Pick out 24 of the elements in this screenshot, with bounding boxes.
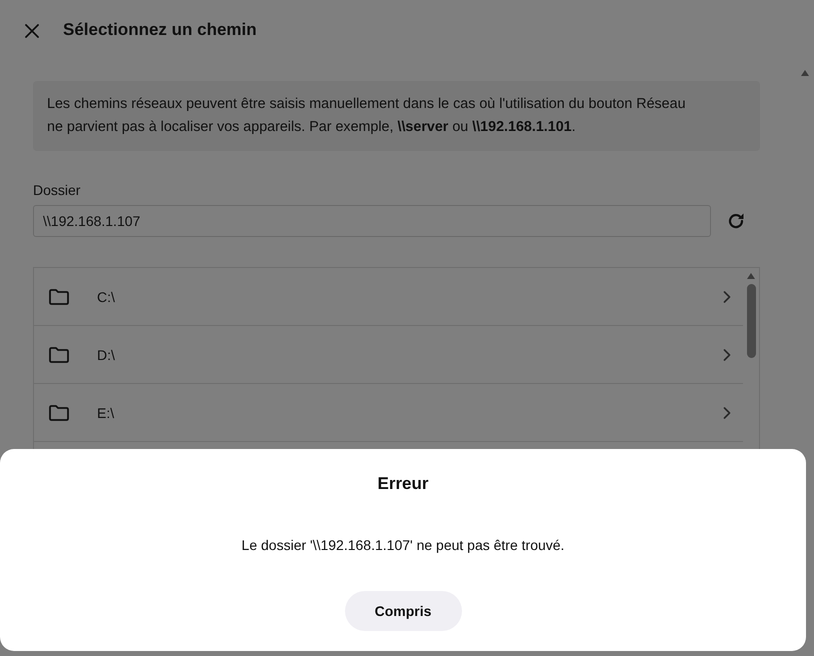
folder-name: C:\ [97, 288, 116, 304]
folder-name: E:\ [97, 404, 116, 420]
refresh-icon[interactable] [726, 212, 744, 230]
scroll-up-icon[interactable] [747, 273, 755, 279]
chevron-right-icon [723, 348, 731, 360]
folder-row[interactable]: D:\ [34, 326, 743, 384]
info-message: Les chemins réseaux peuvent être saisis manuellement dans le cas où l'utilisation du bouton Réseau ne parvient pas à localiser vos appareils. Par exemple, \\server ou \\192.168.1.101. [33, 81, 760, 151]
folder-path-field[interactable]: \\192.168.1.107 [33, 205, 711, 237]
folder-icon [49, 346, 69, 362]
folder-row[interactable]: E:\ [34, 384, 743, 442]
scrollbar-thumb[interactable] [746, 284, 756, 358]
error-message: Le dossier '\\192.168.1.107' ne peut pas être trouvé. [242, 536, 564, 554]
chevron-right-icon [723, 290, 731, 302]
folder-name: D:\ [97, 346, 116, 362]
dialog-title: Erreur [377, 474, 429, 494]
folder-icon [49, 404, 69, 420]
scroll-up-icon[interactable] [801, 70, 809, 76]
chevron-right-icon [723, 406, 731, 418]
field-label: Dossier [33, 181, 80, 199]
folder-icon [49, 288, 69, 304]
folder-row[interactable]: C:\ [34, 268, 743, 326]
close-icon[interactable] [25, 24, 39, 38]
confirm-button[interactable]: Compris [344, 591, 462, 631]
window-title: Sélectionnez un chemin [63, 20, 257, 40]
